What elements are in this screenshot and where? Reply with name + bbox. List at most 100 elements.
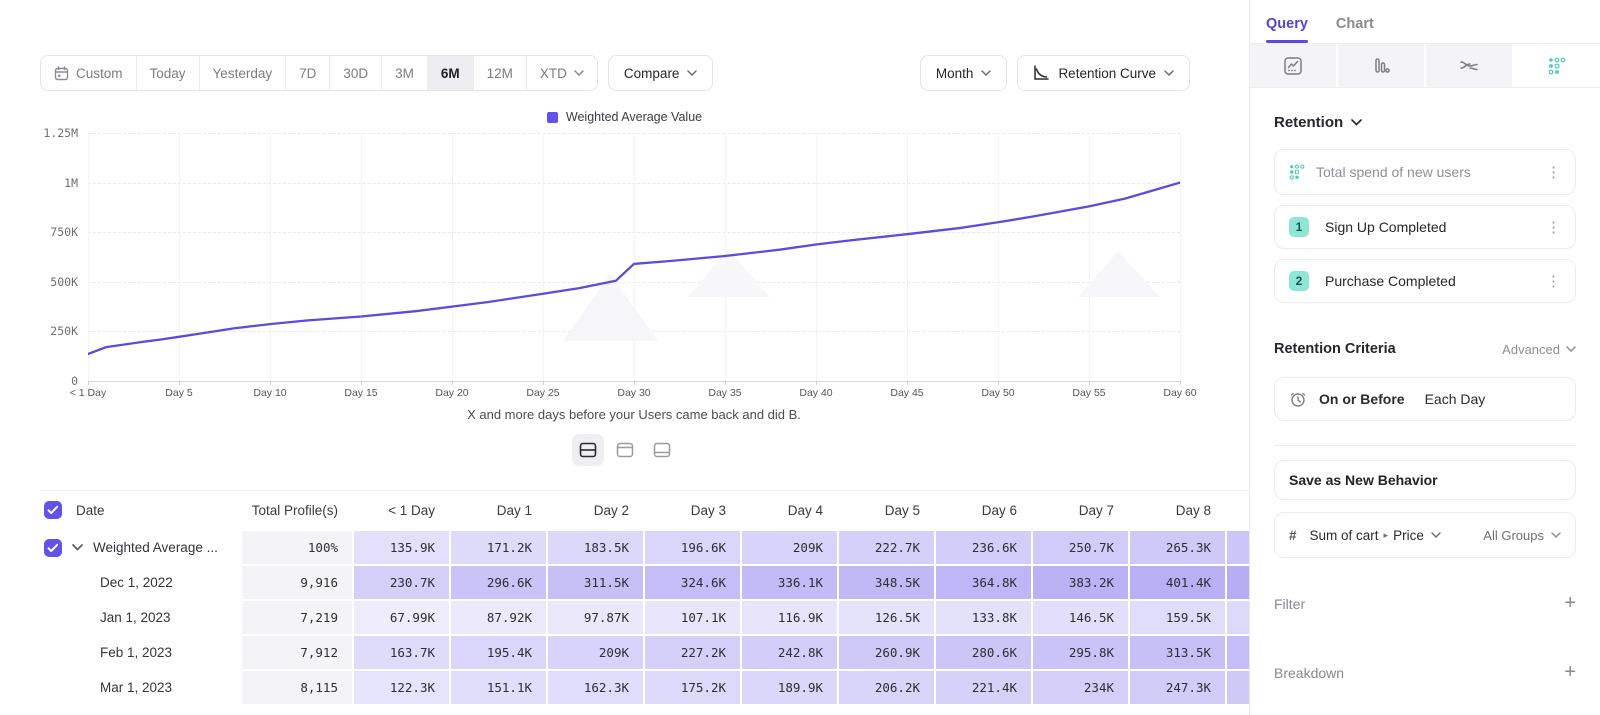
table-cell[interactable]: 162.3K [548,671,643,704]
retention-line-series[interactable] [88,129,1180,381]
granularity-button[interactable]: Month [920,55,1008,91]
table-cell[interactable]: 151.1K [451,671,546,704]
table-cell[interactable]: 87.92K [451,601,546,634]
layout-table-only-button[interactable] [646,434,678,466]
table-cell[interactable]: 401.4K [1130,566,1225,599]
row-label-cell[interactable]: Jan 1, 2023 [40,601,240,634]
table-cell[interactable]: 247.3K [1130,671,1225,704]
table-cell[interactable]: 296.6K [451,566,546,599]
tab-query[interactable]: Query [1266,16,1308,43]
range-3m-button[interactable]: 3M [382,56,428,90]
table-cell[interactable]: 126.5K [839,601,934,634]
table-cell[interactable]: 311.5K [548,566,643,599]
save-as-new-behavior-button[interactable]: Save as New Behavior [1274,460,1576,500]
step-row-1[interactable]: 1 Sign Up Completed ⋮ [1274,205,1576,249]
checkbox-checked[interactable] [44,539,62,557]
kebab-menu-icon[interactable]: ⋮ [1546,274,1561,289]
table-cell[interactable]: 209K [548,636,643,669]
report-type-funnels-button[interactable] [1338,44,1426,87]
table-cell[interactable]: 175.2K [645,671,740,704]
layout-split-button[interactable] [572,434,604,466]
range-custom-button[interactable]: Custom [41,56,137,90]
table-cell[interactable]: 242.8K [742,636,837,669]
range-6m-button[interactable]: 6M [428,56,474,90]
table-cell[interactable]: 324.6K [645,566,740,599]
column-header[interactable]: Day 4 [742,491,837,529]
column-header[interactable]: Day 8 [1130,491,1225,529]
tab-chart[interactable]: Chart [1336,16,1374,43]
table-cell[interactable]: 133.8K [936,601,1031,634]
criteria-condition-row[interactable]: On or Before Each Day [1274,377,1576,421]
row-label-cell[interactable]: Mar 1, 2023 [40,671,240,704]
checkbox-checked[interactable] [44,501,62,519]
column-header[interactable]: Day 6 [936,491,1031,529]
kebab-menu-icon[interactable]: ⋮ [1546,220,1561,235]
table-cell[interactable]: 348.5K [839,566,934,599]
range-yesterday-button[interactable]: Yesterday [200,56,287,90]
table-cell[interactable]: 383.2K [1033,566,1128,599]
table-cell[interactable]: 67.99K [354,601,449,634]
compare-button[interactable]: Compare [608,55,714,91]
table-row[interactable]: Dec 1, 20229,916230.7K296.6K311.5K324.6K… [40,566,1249,599]
add-breakdown-button[interactable]: + [1564,661,1576,684]
table-cell[interactable]: 265.3K [1130,531,1225,564]
table-cell[interactable]: 183.5K [548,531,643,564]
table-cell[interactable]: 122.3K [354,671,449,704]
layout-chart-only-button[interactable] [609,434,641,466]
metric-row[interactable]: # Sum of cart ▸ Price All Groups [1274,512,1576,558]
column-header[interactable]: Day 1 [451,491,546,529]
table-cell[interactable]: 250.7K [1033,531,1128,564]
column-header[interactable]: Total Profile(s) [242,491,352,529]
kebab-menu-icon[interactable]: ⋮ [1546,165,1561,180]
table-cell[interactable]: 171.2K [451,531,546,564]
all-groups-dropdown[interactable]: All Groups [1483,528,1561,543]
column-header[interactable]: < 1 Day [354,491,449,529]
report-type-retention-button[interactable] [1514,44,1600,87]
table-cell[interactable]: 336.1K [742,566,837,599]
advanced-dropdown[interactable]: Advanced [1502,342,1576,357]
table-row[interactable]: Mar 1, 20238,115122.3K151.1K162.3K175.2K… [40,671,1249,704]
table-row[interactable]: Weighted Average ...100%135.9K171.2K183.… [40,531,1249,564]
report-type-insights-button[interactable] [1250,44,1338,87]
table-cell[interactable]: 236.6K [936,531,1031,564]
add-filter-button[interactable]: + [1564,592,1576,615]
row-label-cell[interactable]: Feb 1, 2023 [40,636,240,669]
range-30d-button[interactable]: 30D [330,56,382,90]
table-row[interactable]: Feb 1, 20237,912163.7K195.4K209K227.2K24… [40,636,1249,669]
table-cell[interactable]: 234K [1033,671,1128,704]
step-row-2[interactable]: 2 Purchase Completed ⋮ [1274,259,1576,303]
chart-legend[interactable]: Weighted Average Value [0,105,1249,129]
row-label-cell[interactable]: Weighted Average ... [40,531,240,564]
range-today-button[interactable]: Today [137,56,200,90]
report-section-selector[interactable]: Retention [1274,114,1576,131]
range-xtd-button[interactable]: XTD [527,56,597,90]
table-cell[interactable]: 227.2K [645,636,740,669]
behavior-card[interactable]: Total spend of new users ⋮ [1274,149,1576,195]
table-cell[interactable]: 159.5K [1130,601,1225,634]
table-cell[interactable]: 195.4K [451,636,546,669]
column-header[interactable]: Day 5 [839,491,934,529]
column-header[interactable]: Day 7 [1033,491,1128,529]
table-cell[interactable]: 364.8K [936,566,1031,599]
range-12m-button[interactable]: 12M [474,56,527,90]
row-label-cell[interactable]: Dec 1, 2022 [40,566,240,599]
table-cell[interactable]: 196.6K [645,531,740,564]
table-cell[interactable]: 295.8K [1033,636,1128,669]
column-header-date[interactable]: Date [40,491,240,529]
table-cell[interactable]: 189.9K [742,671,837,704]
range-7d-button[interactable]: 7D [286,56,330,90]
chart-type-button[interactable]: Retention Curve [1017,55,1190,91]
table-cell[interactable]: 209K [742,531,837,564]
column-header[interactable]: Day 2 [548,491,643,529]
table-cell[interactable]: 221.4K [936,671,1031,704]
table-cell[interactable]: 146.5K [1033,601,1128,634]
table-cell[interactable]: 230.7K [354,566,449,599]
chevron-down-icon[interactable] [72,544,83,551]
report-type-flows-button[interactable] [1426,44,1514,87]
column-header[interactable]: Day 3 [645,491,740,529]
table-cell[interactable]: 107.1K [645,601,740,634]
table-cell[interactable]: 206.2K [839,671,934,704]
table-cell[interactable]: 280.6K [936,636,1031,669]
table-cell[interactable]: 97.87K [548,601,643,634]
table-cell[interactable]: 163.7K [354,636,449,669]
